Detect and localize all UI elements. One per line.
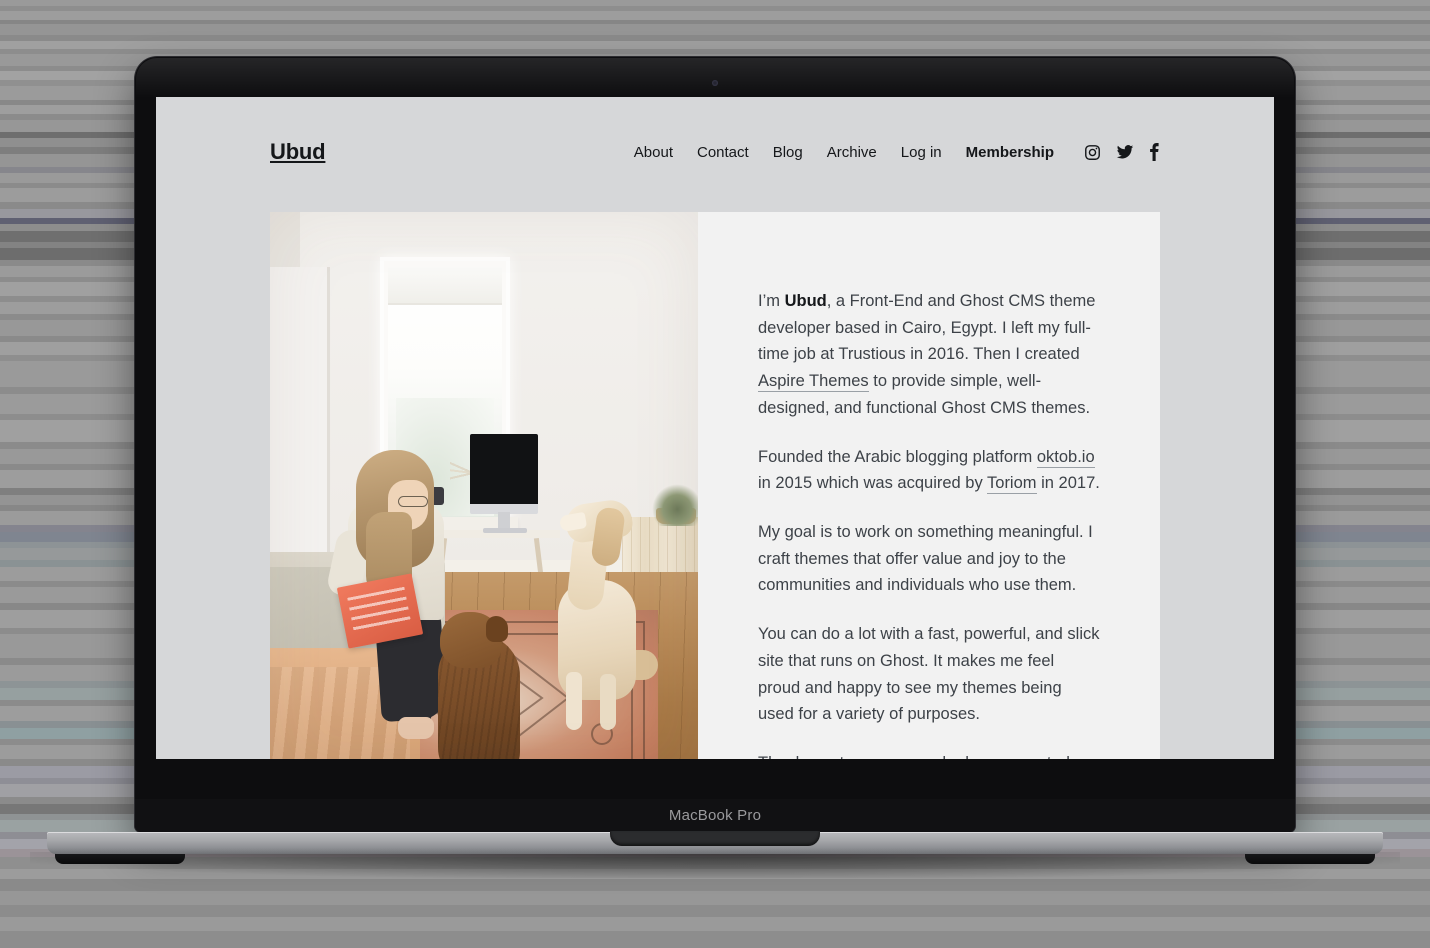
- laptop-base-shadow: [30, 852, 1400, 878]
- site-logo[interactable]: Ubud: [270, 139, 326, 165]
- facebook-icon[interactable]: [1149, 143, 1160, 161]
- laptop-base: [47, 831, 1383, 854]
- bio-p1-part-a: I’m: [758, 292, 785, 310]
- laptop-screen: Ubud About Contact Blog Archive Log in M…: [156, 97, 1274, 759]
- bio-paragraph-4: You can do a lot with a fast, powerful, …: [758, 625, 1100, 724]
- nav-item-about[interactable]: About: [634, 144, 673, 161]
- main-navigation: About Contact Blog Archive Log in Member…: [610, 143, 1160, 161]
- nav-item-contact[interactable]: Contact: [697, 144, 749, 161]
- nav-item-membership[interactable]: Membership: [966, 144, 1054, 161]
- hero-photo: [270, 212, 698, 759]
- bio-paragraph-1: I’m Ubud, a Front-End and Ghost CMS them…: [758, 288, 1100, 422]
- twitter-icon[interactable]: [1116, 143, 1134, 161]
- device-model-label: MacBook Pro: [668, 807, 762, 824]
- link-oktob-io[interactable]: oktob.io: [1036, 447, 1095, 468]
- laptop-lid: Ubud About Contact Blog Archive Log in M…: [135, 57, 1295, 832]
- instagram-icon[interactable]: [1084, 144, 1101, 161]
- hero-section: I’m Ubud, a Front-End and Ghost CMS them…: [270, 212, 1160, 759]
- nav-item-archive[interactable]: Archive: [827, 144, 877, 161]
- macbook-pro-mockup: Ubud About Contact Blog Archive Log in M…: [0, 0, 1430, 948]
- laptop-chin: MacBook Pro: [135, 799, 1295, 832]
- bio-paragraph-3: My goal is to work on something meaningf…: [758, 523, 1093, 595]
- bio-p1-strong: Ubud: [784, 292, 827, 310]
- bio-paragraph-2: Founded the Arabic blogging platform okt…: [758, 444, 1100, 497]
- link-toriom[interactable]: Toriom: [987, 474, 1037, 495]
- bio-paragraph-5: Thank you to everyone who has supported …: [758, 750, 1100, 759]
- social-links: [1084, 143, 1160, 161]
- link-aspire-themes[interactable]: Aspire Themes: [758, 372, 869, 393]
- website-viewport: Ubud About Contact Blog Archive Log in M…: [156, 97, 1274, 759]
- nav-item-blog[interactable]: Blog: [773, 144, 803, 161]
- bio-p2-part-a: Founded the Arabic blogging platform: [758, 447, 1037, 466]
- bio-p2-part-c: in 2017.: [1036, 474, 1100, 493]
- nav-item-log-in[interactable]: Log in: [901, 144, 942, 161]
- webcam-icon: [712, 80, 718, 86]
- bio-p2-part-b: in 2015 which was acquired by: [758, 474, 988, 493]
- site-header: Ubud About Contact Blog Archive Log in M…: [156, 97, 1274, 165]
- bio-text: I’m Ubud, a Front-End and Ghost CMS them…: [758, 288, 1100, 759]
- hero-text-card: I’m Ubud, a Front-End and Ghost CMS them…: [698, 212, 1160, 759]
